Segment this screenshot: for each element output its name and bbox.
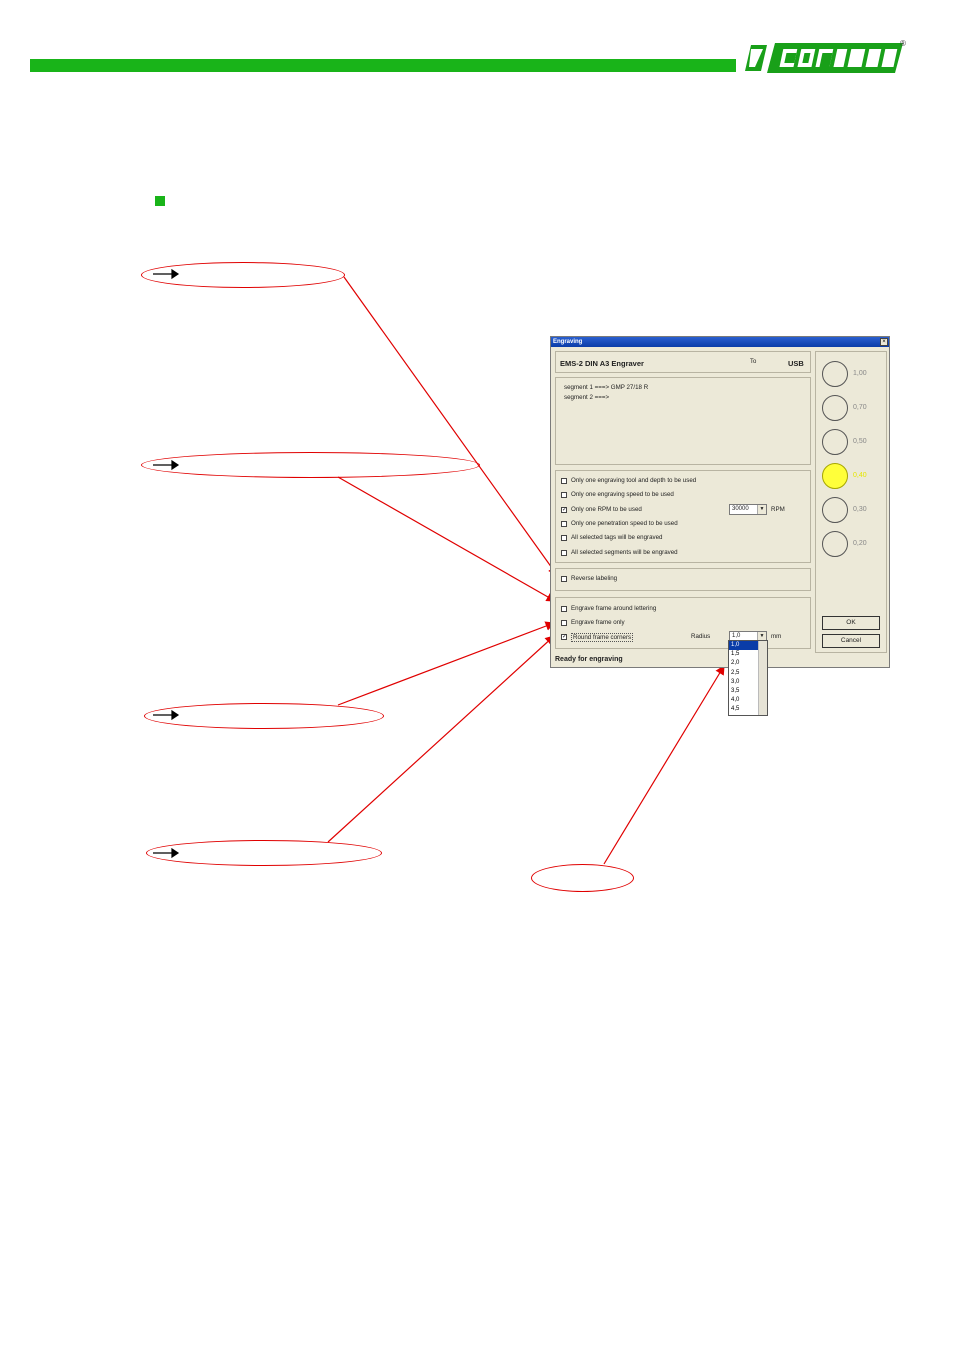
status-text: Ready for engraving: [555, 656, 623, 663]
to-label: To: [750, 359, 757, 365]
reverse-labeling-checkbox[interactable]: [561, 576, 567, 582]
radius-unit: mm: [771, 633, 782, 640]
tools-panel: 1,00 0,70 0,50 0,40 0,30 0,20: [815, 351, 887, 653]
radius-dropdown-list[interactable]: 1,0 1,5 2,0 2,5 3,0 3,5 4,0 4,5: [728, 640, 768, 716]
option-checkbox-4[interactable]: [561, 521, 567, 527]
engraving-dialog: Engraving × EMS-2 DIN A3 Engraver To USB…: [550, 336, 890, 668]
tool-circle-4-selected[interactable]: [822, 463, 848, 489]
radius-value: 1,0: [732, 633, 741, 639]
frame-checkbox-3[interactable]: ✓: [561, 634, 567, 640]
option-checkbox-5[interactable]: [561, 535, 567, 541]
option-checkbox-6[interactable]: [561, 550, 567, 556]
option-label-4: Only one penetration speed to be used: [571, 520, 678, 527]
dropdown-scrollbar[interactable]: [758, 641, 767, 715]
option-checkbox-1[interactable]: [561, 478, 567, 484]
tool-label-4: 0,40: [853, 472, 867, 479]
tool-circle-3[interactable]: [822, 429, 848, 455]
rpm-value: 30000: [732, 506, 749, 512]
options-panel: Only one engraving tool and depth to be …: [555, 470, 811, 563]
cancel-button[interactable]: Cancel: [822, 634, 880, 648]
device-panel: EMS-2 DIN A3 Engraver To USB: [555, 351, 811, 373]
tool-circle-1[interactable]: [822, 361, 848, 387]
option-label-5: All selected tags will be engraved: [571, 534, 663, 541]
tool-circle-6[interactable]: [822, 531, 848, 557]
option-label-3: Only one RPM to be used: [571, 506, 642, 513]
rpm-select[interactable]: 30000 ▼: [729, 504, 767, 515]
chevron-down-icon: ▼: [757, 505, 766, 514]
tool-label-6: 0,20: [853, 540, 867, 547]
reverse-panel: Reverse labeling: [555, 568, 811, 591]
tool-label-2: 0,70: [853, 404, 867, 411]
radius-label: Radius: [691, 633, 711, 640]
option-checkbox-3[interactable]: ✓: [561, 507, 567, 513]
segments-panel: segment 1 ===> GMP 27/18 R segment 2 ===…: [555, 377, 811, 465]
frame-checkbox-1[interactable]: [561, 606, 567, 612]
option-label-1: Only one engraving tool and depth to be …: [571, 477, 697, 484]
tool-label-1: 1,00: [853, 370, 867, 377]
tool-circle-5[interactable]: [822, 497, 848, 523]
ok-button[interactable]: OK: [822, 616, 880, 630]
reverse-labeling-label: Reverse labeling: [571, 575, 618, 582]
segment-line-1: segment 1 ===> GMP 27/18 R: [564, 384, 649, 391]
close-icon[interactable]: ×: [880, 338, 888, 346]
annotation-lines: [153, 268, 725, 865]
port-label: USB: [788, 359, 804, 368]
chevron-down-icon: ▼: [757, 632, 766, 640]
tool-label-3: 0,50: [853, 438, 867, 445]
option-label-2: Only one engraving speed to be used: [571, 491, 674, 498]
option-checkbox-2[interactable]: [561, 492, 567, 498]
tool-label-5: 0,30: [853, 506, 867, 513]
frame-label-3: Round frame corners: [571, 633, 634, 642]
option-label-6: All selected segments will be engraved: [571, 549, 678, 556]
tool-circle-2[interactable]: [822, 395, 848, 421]
frame-panel: Engrave frame around lettering Engrave f…: [555, 597, 811, 649]
segment-line-2: segment 2 ===>: [564, 394, 610, 401]
device-name: EMS-2 DIN A3 Engraver: [560, 359, 644, 368]
dialog-title: Engraving: [551, 337, 889, 347]
frame-label-2: Engrave frame only: [571, 619, 625, 626]
rpm-unit: RPM: [771, 506, 785, 513]
frame-checkbox-2[interactable]: [561, 620, 567, 626]
frame-label-1: Engrave frame around lettering: [571, 605, 657, 612]
